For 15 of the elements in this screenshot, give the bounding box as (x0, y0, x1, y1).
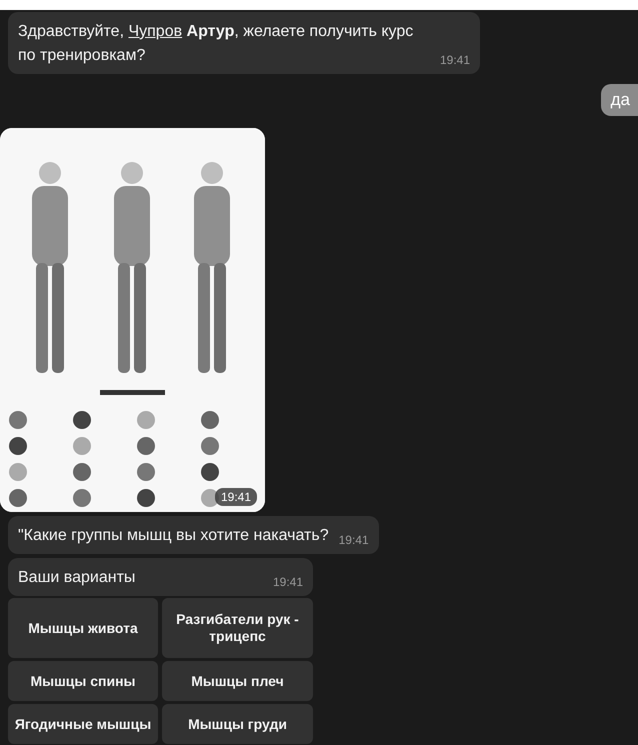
message-text: "Какие группы мышц вы хотите накачать? (18, 526, 329, 546)
reply-button[interactable]: Ягодичные мышцы (8, 704, 158, 744)
message-text: Ваши варианты (18, 568, 136, 588)
reply-button[interactable]: Мышцы плеч (162, 661, 313, 701)
message-time: 19:41 (338, 532, 369, 548)
reply-button[interactable]: Мышцы спины (8, 661, 158, 701)
reply-button[interactable]: Мышцы груди (162, 704, 313, 744)
message-time: 19:41 (272, 574, 303, 590)
message-time: 19:41 (214, 488, 257, 506)
message-time: 19:41 (440, 52, 470, 68)
reply-button[interactable]: Мышцы живота (8, 598, 158, 658)
reply-button[interactable]: Разгибатели рук - трицепс (162, 598, 313, 658)
name-link[interactable]: Чупров (128, 23, 182, 40)
message-bubble: да (600, 84, 638, 116)
message-text: Здравствуйте, Чупров Артур, желаете получить курс по тренировкам? (18, 22, 414, 66)
